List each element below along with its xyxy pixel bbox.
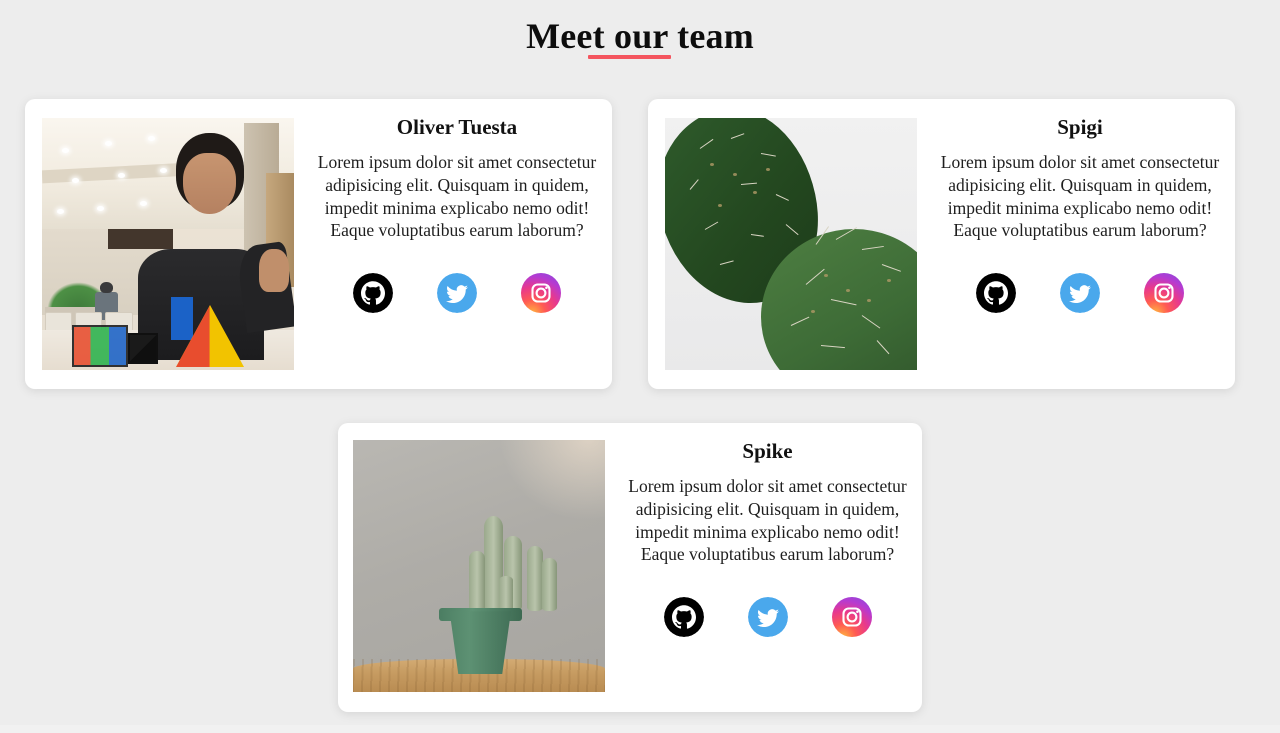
page-title: Meet our team [526, 16, 754, 56]
member-name: Spike [742, 439, 793, 463]
github-icon[interactable] [976, 273, 1016, 313]
instagram-icon[interactable] [1144, 273, 1184, 313]
team-member-card: Oliver Tuesta Lorem ipsum dolor sit amet… [25, 99, 612, 389]
team-member-card: Spike Lorem ipsum dolor sit amet consect… [338, 423, 922, 712]
member-info: Spigi Lorem ipsum dolor sit amet consect… [917, 99, 1235, 313]
social-links [619, 597, 916, 637]
member-bio: Lorem ipsum dolor sit amet consectetur a… [940, 152, 1220, 241]
member-bio: Lorem ipsum dolor sit amet consectetur a… [628, 476, 907, 565]
twitter-icon[interactable] [747, 597, 788, 637]
instagram-icon[interactable] [521, 273, 561, 313]
github-icon[interactable] [663, 597, 704, 637]
social-links [308, 273, 606, 313]
member-photo [353, 440, 605, 692]
member-photo [665, 118, 917, 370]
team-member-card: Spigi Lorem ipsum dolor sit amet consect… [648, 99, 1235, 389]
member-photo [42, 118, 294, 370]
page-bottom-strip [0, 725, 1280, 733]
member-name: Spigi [1057, 115, 1103, 139]
instagram-icon[interactable] [831, 597, 872, 637]
member-name: Oliver Tuesta [396, 115, 518, 139]
member-info: Oliver Tuesta Lorem ipsum dolor sit amet… [294, 99, 612, 313]
team-page: Meet our team Oliver Tuesta Lorem ipsum … [0, 0, 1280, 733]
member-info: Spike Lorem ipsum dolor sit amet consect… [605, 423, 922, 637]
twitter-icon[interactable] [1060, 273, 1100, 313]
twitter-icon[interactable] [437, 273, 477, 313]
github-icon[interactable] [353, 273, 393, 313]
title-underline [588, 55, 671, 59]
social-links [931, 273, 1229, 313]
member-bio: Lorem ipsum dolor sit amet consectetur a… [317, 152, 597, 241]
